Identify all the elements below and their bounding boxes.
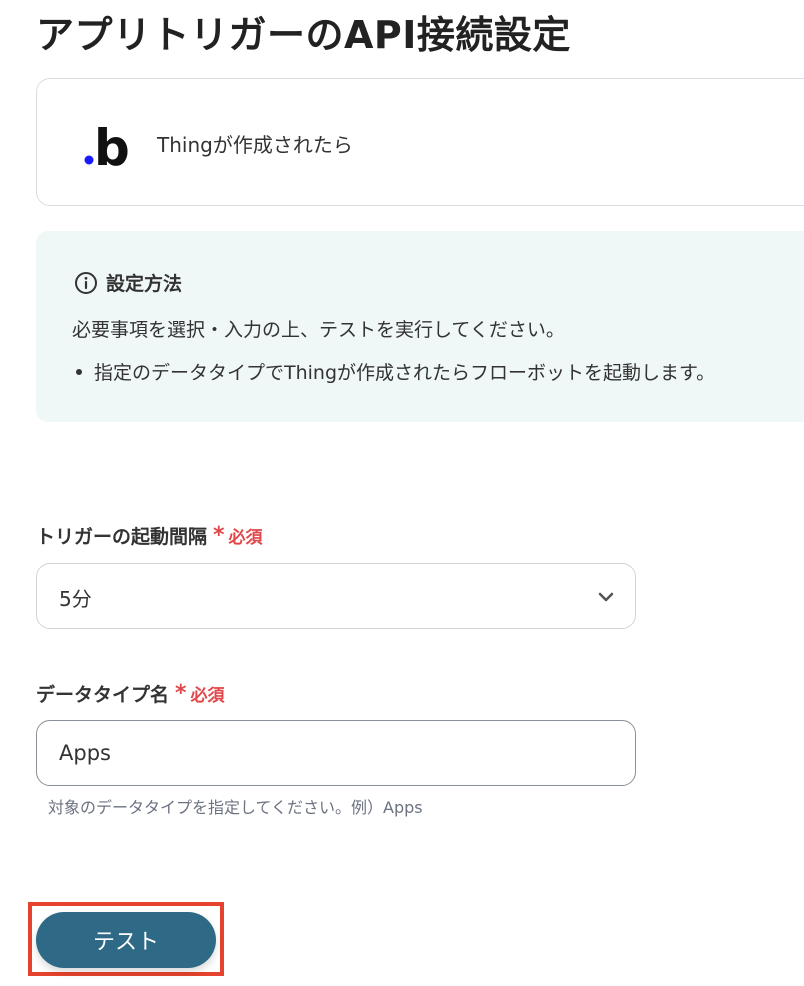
info-box: 設定方法 必要事項を選択・入力の上、テストを実行してください。 指定のデータタイ… bbox=[36, 231, 804, 422]
data-type-input[interactable] bbox=[36, 720, 636, 786]
required-asterisk: * bbox=[213, 522, 225, 548]
data-type-label-text: データタイプ名 bbox=[36, 684, 170, 706]
interval-field-label: トリガーの起動間隔 * 必須 bbox=[36, 522, 263, 549]
required-asterisk: * bbox=[175, 680, 187, 706]
info-description: 必要事項を選択・入力の上、テストを実行してください。 bbox=[72, 319, 565, 341]
info-list-item-text: 指定のデータタイプでThingが作成されたらフローボットを起動します。 bbox=[94, 362, 716, 384]
bullet-icon bbox=[76, 368, 82, 375]
data-type-help-text: 対象のデータタイプを指定してください。例）Apps bbox=[48, 798, 423, 817]
data-type-field-label: データタイプ名 * 必須 bbox=[36, 680, 225, 707]
trigger-card: b Thingが作成されたら bbox=[36, 78, 804, 206]
required-badge: 必須 bbox=[190, 686, 225, 706]
test-button[interactable]: テスト bbox=[36, 912, 216, 968]
info-heading: 設定方法 bbox=[74, 269, 182, 296]
info-list: 指定のデータタイプでThingが作成されたらフローボットを起動します。 bbox=[72, 358, 715, 385]
interval-select[interactable]: 5分 bbox=[36, 563, 636, 629]
interval-label-text: トリガーの起動間隔 bbox=[36, 526, 208, 548]
required-badge: 必須 bbox=[228, 528, 263, 548]
page-title: アプリトリガーのAPI接続設定 bbox=[36, 13, 571, 57]
svg-text:b: b bbox=[94, 119, 130, 169]
chevron-down-icon bbox=[598, 592, 614, 602]
bubble-logo-icon: b bbox=[84, 119, 130, 169]
interval-select-value: 5分 bbox=[59, 587, 92, 611]
info-list-item: 指定のデータタイプでThingが作成されたらフローボットを起動します。 bbox=[72, 358, 715, 385]
info-heading-text: 設定方法 bbox=[106, 273, 183, 295]
info-circle-icon bbox=[74, 271, 98, 295]
trigger-label: Thingが作成されたら bbox=[157, 133, 353, 157]
